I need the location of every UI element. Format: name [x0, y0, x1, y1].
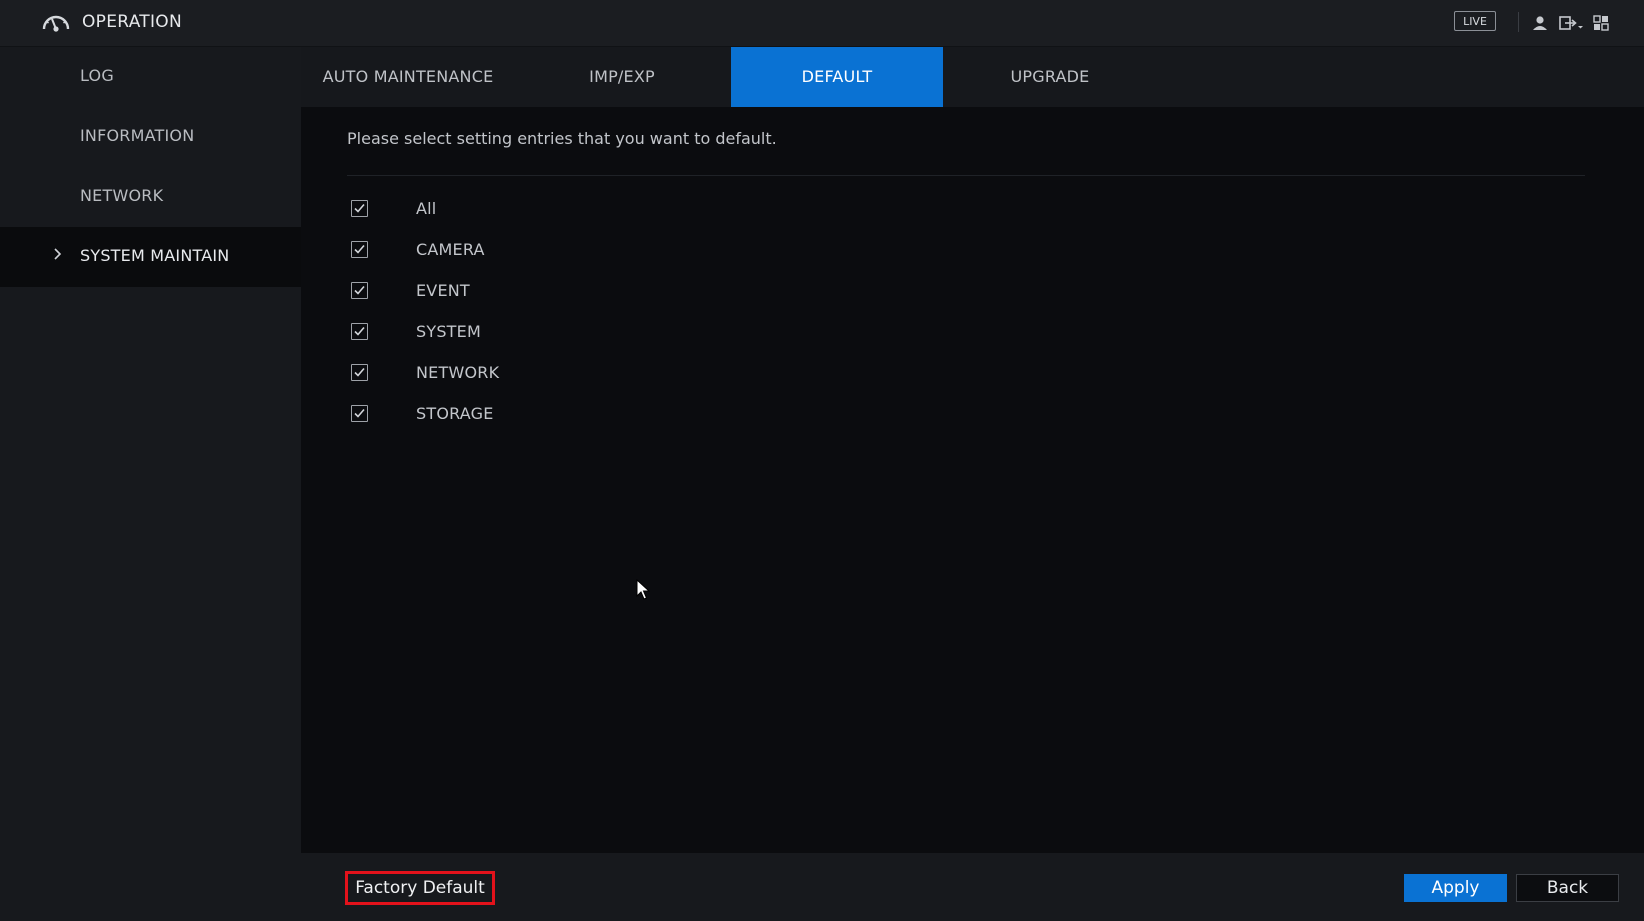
- option-system: SYSTEM: [351, 320, 651, 344]
- chevron-right-icon: [54, 248, 62, 260]
- checkmark-icon: [354, 285, 365, 295]
- checkmark-icon: [354, 326, 365, 336]
- tab-upgrade[interactable]: UPGRADE: [943, 47, 1157, 107]
- checkmark-icon: [354, 408, 365, 418]
- gauge-icon: [42, 15, 70, 32]
- top-bar: OPERATION LIVE: [0, 0, 1644, 47]
- checkbox-system[interactable]: [351, 323, 368, 340]
- checkbox-storage[interactable]: [351, 405, 368, 422]
- live-button[interactable]: LIVE: [1454, 11, 1496, 31]
- bottom-bar: Factory Default Apply Back: [301, 853, 1644, 921]
- grid-icon[interactable]: [1591, 13, 1611, 33]
- top-divider: [1518, 12, 1519, 32]
- tab-auto-maintenance[interactable]: AUTO MAINTENANCE: [301, 47, 515, 107]
- app-window: OPERATION LIVE LOG INFORMATION NETWORK S…: [0, 0, 1644, 921]
- sidebar-item-information[interactable]: INFORMATION: [0, 107, 301, 167]
- option-label: STORAGE: [416, 404, 494, 423]
- sidebar-item-label: INFORMATION: [80, 126, 195, 145]
- sidebar-item-label: LOG: [80, 66, 114, 85]
- checkmark-icon: [354, 244, 365, 254]
- factory-default-button[interactable]: Factory Default: [345, 871, 495, 905]
- tab-imp-exp[interactable]: IMP/EXP: [515, 47, 729, 107]
- option-label: EVENT: [416, 281, 470, 300]
- tab-default[interactable]: DEFAULT: [731, 47, 943, 107]
- sidebar-item-label: NETWORK: [80, 186, 164, 205]
- mouse-cursor-icon: [636, 579, 650, 600]
- option-event: EVENT: [351, 279, 651, 303]
- apply-button[interactable]: Apply: [1404, 874, 1507, 902]
- option-camera: CAMERA: [351, 238, 651, 262]
- checkbox-network[interactable]: [351, 364, 368, 381]
- checkbox-event[interactable]: [351, 282, 368, 299]
- sidebar-item-label: SYSTEM MAINTAIN: [80, 246, 230, 265]
- instruction-text: Please select setting entries that you w…: [347, 129, 777, 148]
- back-button[interactable]: Back: [1516, 874, 1619, 902]
- option-all: All: [351, 197, 651, 221]
- sidebar-item-system-maintain[interactable]: SYSTEM MAINTAIN: [0, 227, 301, 287]
- option-label: All: [416, 199, 437, 218]
- option-label: CAMERA: [416, 240, 485, 259]
- default-settings-panel: Please select setting entries that you w…: [301, 107, 1644, 853]
- sidebar-item-network[interactable]: NETWORK: [0, 167, 301, 227]
- logout-icon[interactable]: [1558, 13, 1584, 33]
- option-label: SYSTEM: [416, 322, 481, 341]
- option-network: NETWORK: [351, 361, 651, 385]
- tab-bar: AUTO MAINTENANCE IMP/EXP DEFAULT UPGRADE: [301, 47, 1644, 107]
- checkmark-icon: [354, 203, 365, 213]
- sidebar-item-log[interactable]: LOG: [0, 47, 301, 107]
- option-storage: STORAGE: [351, 402, 651, 426]
- option-label: NETWORK: [416, 363, 500, 382]
- sidebar: LOG INFORMATION NETWORK SYSTEM MAINTAIN: [0, 47, 301, 921]
- checkbox-all[interactable]: [351, 200, 368, 217]
- page-title: OPERATION: [82, 12, 183, 32]
- checkbox-camera[interactable]: [351, 241, 368, 258]
- checkmark-icon: [354, 367, 365, 377]
- user-icon[interactable]: [1530, 13, 1550, 33]
- divider: [347, 175, 1585, 176]
